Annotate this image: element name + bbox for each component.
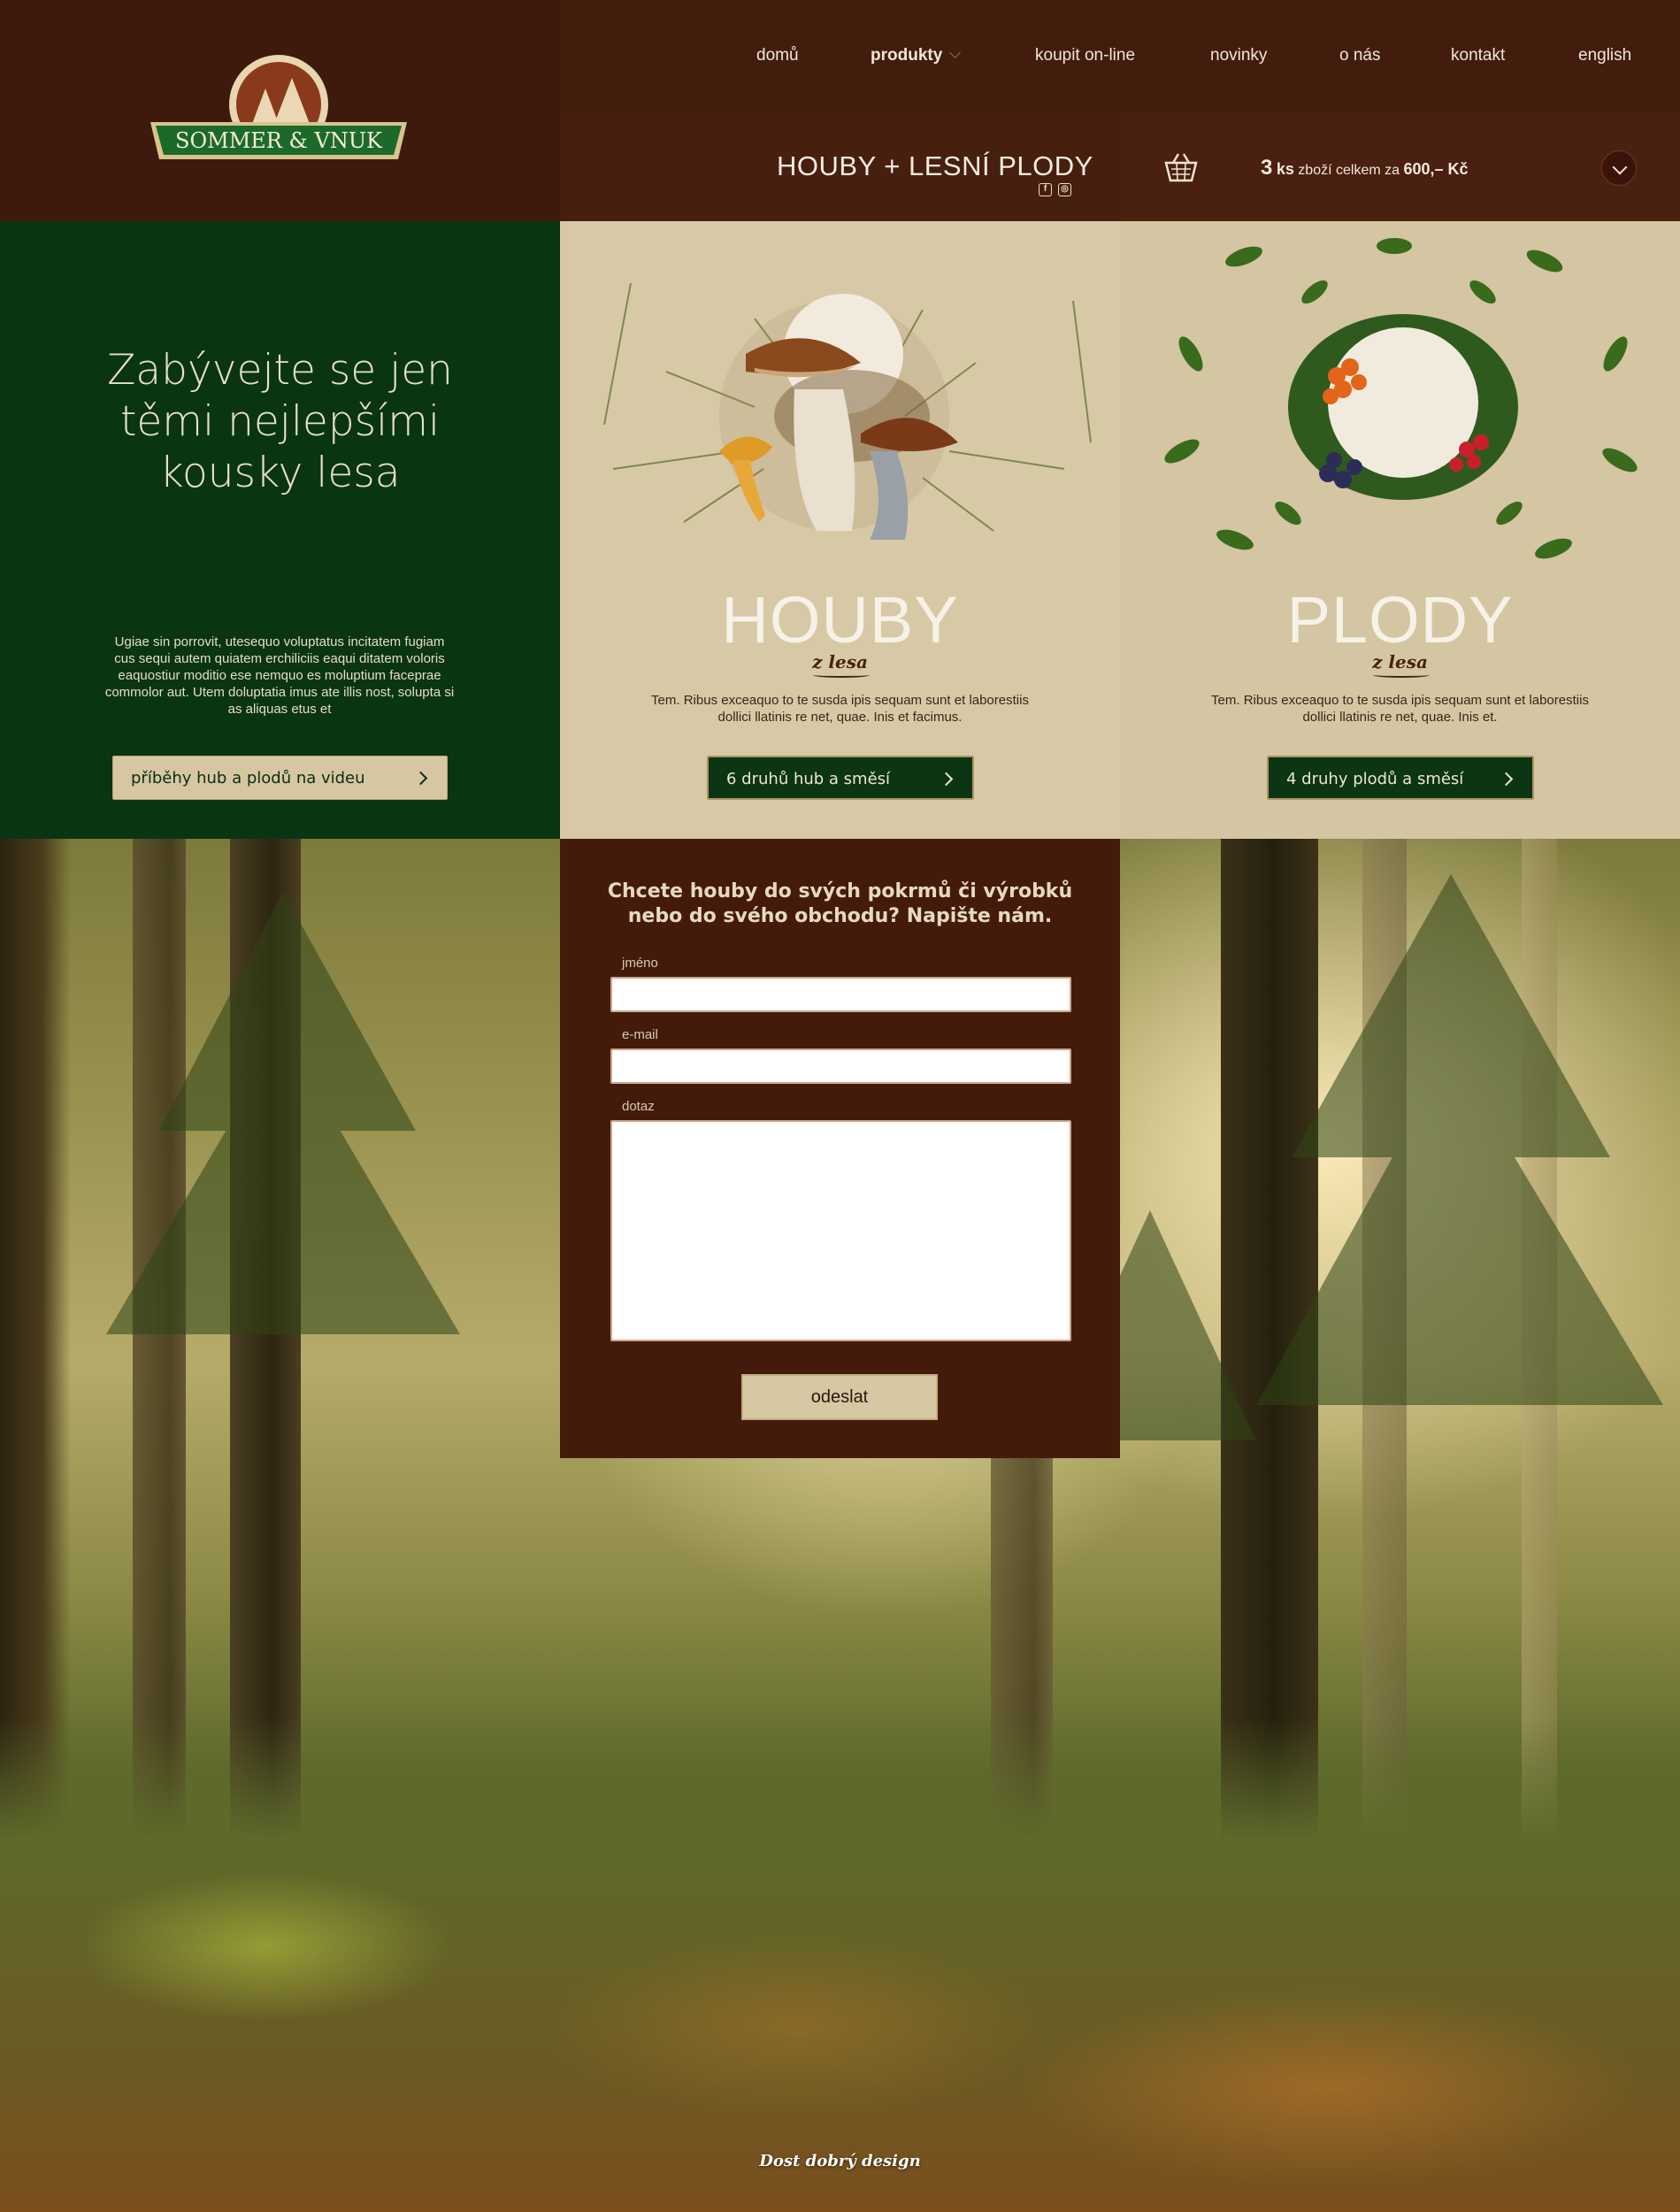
mushrooms-subheading: z lesa (812, 651, 868, 672)
page-title: HOUBY + LESNÍ PLODY (777, 150, 1093, 181)
submit-button[interactable]: odeslat (741, 1374, 938, 1420)
question-label: dotaz (622, 1099, 655, 1114)
sommer-vnuk-logo[interactable]: SOMMER & VNUK (142, 44, 416, 177)
mushroom-illustration (603, 282, 1092, 540)
berries-panel: PLODY z lesa Tem. Ribus exceaquo to te s… (1120, 221, 1680, 839)
instagram-icon[interactable]: ◎ (1058, 183, 1071, 196)
berries-illustration (1164, 238, 1638, 559)
sub-header (560, 111, 1680, 221)
berries-text: Tem. Ribus exceaquo to te susda ipis seq… (1211, 693, 1589, 725)
facebook-icon[interactable]: f (1039, 183, 1052, 196)
email-field[interactable] (610, 1048, 1071, 1084)
hero-title-line: kousky lesa (159, 449, 401, 497)
form-title-line: Chcete houby do svých pokrmů či výrobků (607, 880, 1073, 902)
berries-heading: PLODY (1286, 583, 1514, 657)
nav-item-produkty[interactable]: produkty (871, 46, 962, 65)
chevron-right-icon (413, 771, 428, 786)
swash-decoration (813, 672, 870, 678)
designer-credit[interactable]: Dost dobrý design (0, 2152, 1680, 2170)
contact-form: Chcete houby do svých pokrmů či výrobků … (560, 839, 1120, 1458)
question-textarea[interactable] (610, 1120, 1071, 1341)
video-stories-button[interactable]: příběhy hub a plodů na videu (112, 756, 448, 800)
cart-unit: ks (1276, 160, 1294, 178)
basket-icon[interactable] (1164, 152, 1198, 182)
nav-item-koupit-online[interactable]: koupit on-line (1035, 46, 1135, 65)
nav-item-english[interactable]: english (1578, 46, 1631, 65)
email-label: e-mail (622, 1027, 658, 1042)
berries-subheading: z lesa (1372, 651, 1428, 672)
brand-name: SOMMER & VNUK (175, 128, 383, 153)
mushrooms-products-button[interactable]: 6 druhů hub a směsí (707, 756, 974, 800)
button-label: 6 druhů hub a směsí (726, 770, 891, 788)
button-label: 4 druhy plodů a směsí (1286, 770, 1464, 788)
cart-count: 3 (1261, 156, 1273, 180)
logo-panel: SOMMER & VNUK (0, 0, 560, 221)
chevron-right-icon (1499, 772, 1514, 787)
hero-title-line: Zabývejte se jen (107, 346, 453, 395)
button-label: příběhy hub a plodů na videu (131, 769, 365, 787)
name-field[interactable] (610, 977, 1071, 1012)
nav-item-label: produkty (871, 46, 943, 65)
cart-summary[interactable]: 3 ks zboží celkem za 600,– Kč (1261, 156, 1469, 180)
chevron-down-icon (949, 47, 962, 58)
chevron-right-icon (939, 772, 954, 787)
hero-title: Zabývejte se jen těmi nejlepšími kousky … (0, 345, 560, 499)
contact-form-title: Chcete houby do svých pokrmů či výrobků … (560, 879, 1120, 929)
name-label: jméno (622, 956, 658, 971)
nav-item-domu[interactable]: domů (756, 46, 799, 65)
main-navigation: domů produkty koupit on-line novinky o n… (560, 0, 1680, 111)
mushrooms-text: Tem. Ribus exceaquo to te susda ipis seq… (651, 693, 1029, 725)
mushrooms-panel: HOUBY z lesa Tem. Ribus exceaquo to te s… (560, 221, 1120, 839)
hero-text: Ugiae sin porrovit, utesequo voluptatus … (104, 634, 455, 717)
nav-item-novinky[interactable]: novinky (1210, 46, 1267, 65)
cart-label: zboží celkem za (1298, 163, 1400, 178)
cart-expand-button[interactable] (1601, 150, 1637, 186)
nav-item-o-nas[interactable]: o nás (1339, 46, 1380, 65)
nav-item-kontakt[interactable]: kontakt (1451, 46, 1505, 65)
hero-title-line: těmi nejlepšími (119, 397, 441, 446)
mushrooms-heading: HOUBY (721, 583, 959, 657)
cart-total: 600,– Kč (1403, 160, 1469, 178)
berries-products-button[interactable]: 4 druhy plodů a směsí (1267, 756, 1534, 800)
swash-decoration (1373, 672, 1430, 678)
intro-panel: Zabývejte se jen těmi nejlepšími kousky … (0, 221, 560, 839)
form-title-line: nebo do svého obchodu? Napište nám. (627, 905, 1053, 927)
